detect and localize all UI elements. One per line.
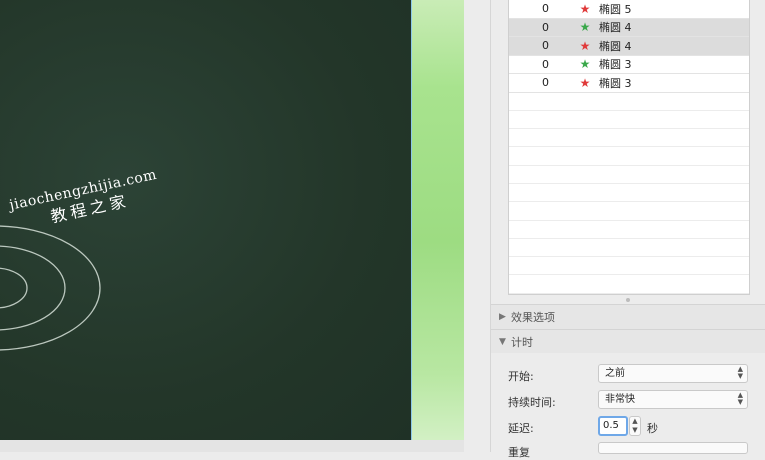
list-resize-handle[interactable] (626, 298, 630, 302)
repeat-label: 重复 (508, 446, 530, 459)
timing-header[interactable]: ▼ 计时 (491, 329, 765, 354)
animation-delay: 0 (542, 20, 549, 34)
animation-row[interactable]: 0 ★ 椭圆 3 (509, 74, 749, 93)
animation-row[interactable]: 0 ★ 椭圆 4 (509, 18, 749, 37)
empty-row (509, 147, 749, 166)
animation-delay: 0 (542, 76, 549, 90)
animation-row[interactable]: 0 ★ 椭圆 4 (509, 37, 749, 56)
animation-name: 椭圆 3 (599, 58, 632, 72)
disclosure-right-icon: ▶ (499, 312, 506, 322)
empty-row (509, 166, 749, 184)
empty-row (509, 111, 749, 130)
animation-name: 椭圆 5 (599, 2, 632, 16)
effect-options-label: 效果选项 (511, 311, 555, 324)
red-star-icon: ★ (579, 38, 591, 53)
animation-row[interactable]: 0 ★ 椭圆 3 (509, 56, 749, 74)
empty-row (509, 239, 749, 258)
slide-canvas[interactable]: jiaochengzhijia.com 教程之家 (0, 0, 464, 440)
duration-label: 持续时间: (508, 396, 556, 409)
slide-bottom-edge (0, 440, 464, 452)
empty-row (509, 221, 749, 239)
empty-row (509, 257, 749, 276)
animation-delay: 0 (542, 2, 549, 16)
animation-list[interactable]: 0 ★ 椭圆 5 0 ★ 椭圆 4 0 ★ 椭圆 4 0 ★ 椭圆 3 0 ★ … (508, 0, 750, 295)
select-arrows-icon: ▲ ▼ (737, 365, 743, 380)
delay-value: 0.5 (603, 420, 619, 431)
repeat-select[interactable] (598, 442, 748, 454)
animation-name: 椭圆 4 (599, 21, 632, 35)
animation-delay: 0 (542, 39, 549, 53)
start-label: 开始: (508, 370, 534, 383)
animation-name: 椭圆 3 (599, 76, 632, 90)
disclosure-down-icon: ▼ (499, 337, 506, 347)
red-star-icon: ★ (579, 1, 591, 16)
select-arrows-icon: ▲ ▼ (737, 391, 743, 406)
timing-label: 计时 (511, 336, 533, 349)
empty-row (509, 93, 749, 111)
green-star-icon: ★ (579, 57, 591, 72)
animation-name: 椭圆 4 (599, 39, 632, 53)
empty-row (509, 275, 749, 294)
animation-delay: 0 (542, 57, 549, 71)
animation-pane: 0 ★ 椭圆 5 0 ★ 椭圆 4 0 ★ 椭圆 4 0 ★ 椭圆 3 0 ★ … (490, 0, 765, 459)
green-star-icon: ★ (579, 20, 591, 35)
duration-select[interactable]: 非常快 ▲ ▼ (598, 390, 748, 409)
empty-row (509, 129, 749, 148)
delay-stepper[interactable]: ▲ ▼ (629, 416, 641, 436)
red-star-icon: ★ (579, 75, 591, 90)
empty-row (509, 184, 749, 203)
empty-row (509, 202, 749, 221)
animation-row[interactable]: 0 ★ 椭圆 5 (509, 0, 749, 19)
duration-value: 非常快 (605, 394, 635, 405)
start-select[interactable]: 之前 ▲ ▼ (598, 364, 748, 383)
delay-unit: 秒 (647, 422, 658, 435)
slide-accent-strip (411, 0, 464, 440)
start-value: 之前 (605, 368, 625, 379)
delay-input[interactable]: 0.5 (598, 416, 628, 436)
effect-options-header[interactable]: ▶ 效果选项 (491, 304, 765, 329)
delay-label: 延迟: (508, 422, 534, 435)
